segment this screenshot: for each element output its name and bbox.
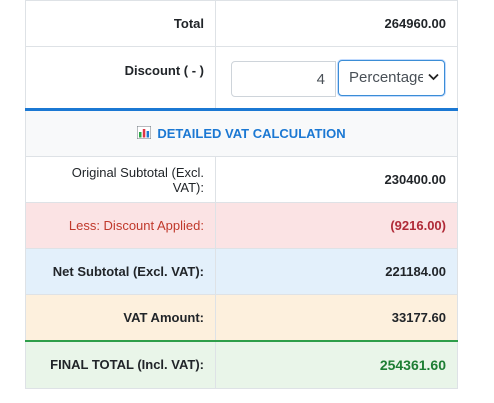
total-row: Total 264960.00 (25, 0, 458, 47)
net-subtotal-label: Net Subtotal (Excl. VAT): (25, 248, 216, 295)
total-label: Total (25, 0, 216, 47)
totals-table: Total 264960.00 Discount ( - ) Percentag… (25, 0, 458, 389)
vat-section-header-row: DETAILED VAT CALCULATION (25, 108, 458, 157)
final-total-row: FINAL TOTAL (Incl. VAT): 254361.60 (25, 339, 458, 389)
vat-section-title: DETAILED VAT CALCULATION (157, 126, 346, 141)
total-value: 264960.00 (215, 0, 458, 47)
chevron-down-icon (423, 72, 444, 84)
vat-amount-row: VAT Amount: 33177.60 (25, 294, 458, 341)
discount-amount-input[interactable] (231, 61, 336, 97)
final-total-value: 254361.60 (215, 339, 458, 389)
discount-applied-row: Less: Discount Applied: (9216.00) (25, 202, 458, 249)
discount-type-selected: Percentage (349, 69, 424, 86)
totals-panel: Total 264960.00 Discount ( - ) Percentag… (25, 0, 458, 403)
vat-section-header: DETAILED VAT CALCULATION (25, 108, 458, 157)
vat-amount-label: VAT Amount: (25, 294, 216, 341)
discount-label: Discount ( - ) (25, 46, 216, 110)
original-subtotal-value: 230400.00 (215, 156, 458, 203)
discount-applied-label: Less: Discount Applied: (25, 202, 216, 249)
discount-type-select[interactable]: Percentage (338, 59, 445, 96)
discount-row: Discount ( - ) Percentage (25, 46, 458, 110)
bar-chart-icon (136, 125, 152, 140)
discount-applied-value: (9216.00) (215, 202, 458, 249)
discount-input-group: Percentage (228, 58, 445, 97)
original-subtotal-label: Original Subtotal (Excl. VAT): (25, 156, 216, 203)
original-subtotal-row: Original Subtotal (Excl. VAT): 230400.00 (25, 156, 458, 203)
net-subtotal-row: Net Subtotal (Excl. VAT): 221184.00 (25, 248, 458, 295)
discount-controls: Percentage (215, 46, 458, 110)
net-subtotal-value: 221184.00 (215, 248, 458, 295)
final-total-label: FINAL TOTAL (Incl. VAT): (25, 339, 216, 389)
vat-amount-value: 33177.60 (215, 294, 458, 341)
